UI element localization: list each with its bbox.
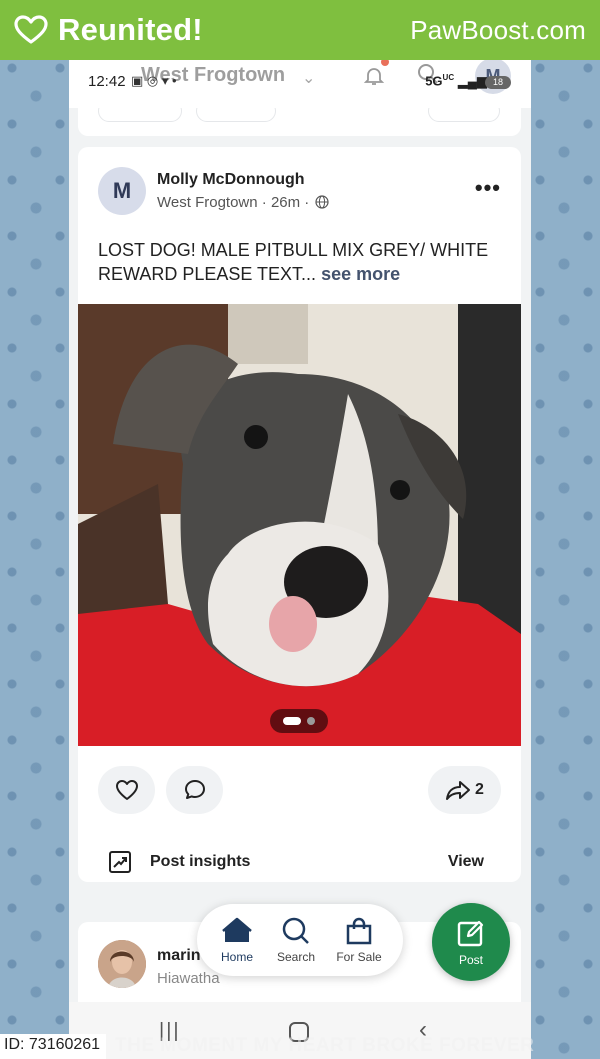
status-notification-icons: ▣ ◎ ▾ • [131,73,177,88]
next-author-name[interactable]: marin [157,947,201,965]
post-body: LOST DOG! MALE PITBULL MIX GREY/ WHITE R… [98,240,489,284]
nav-home[interactable]: Home [207,916,267,964]
view-insights-link[interactable]: View [448,853,484,871]
post-card: M Molly McDonnough West Frogtown · 26m ·… [78,147,521,882]
author-avatar[interactable]: M [98,167,146,215]
footer-caption: THE MOMENT MY HEART BROKE FOREVER [115,1035,535,1056]
bottom-navigation: Home Search For Sale [197,904,403,976]
comment-button[interactable] [166,766,223,814]
network-label: 5G [425,73,443,89]
home-icon [222,917,252,942]
create-post-label: Post [458,953,483,967]
carousel-dot-active [283,717,301,725]
nav-for-sale[interactable]: For Sale [329,916,389,964]
create-post-button[interactable]: Post [432,903,510,981]
dog-photo [78,304,521,746]
carousel-dot [307,717,315,725]
status-bar: West Frogtown ⌄ M 12:42 ▣ ◎ ▾ • 5GUC ▂▄▆… [69,60,531,108]
like-button[interactable] [98,766,155,814]
share-count: 2 [475,781,484,798]
carousel-indicator[interactable] [270,709,328,733]
bell-icon[interactable] [362,64,386,88]
neighborhood[interactable]: West Frogtown [157,194,258,211]
shopping-bag-icon [346,917,372,945]
listing-id: ID: 73160261 [0,1034,107,1059]
chevron-down-icon[interactable]: ⌄ [302,68,315,88]
next-author-avatar[interactable] [98,940,146,988]
share-arrow-icon [446,781,471,800]
edit-icon [457,920,484,947]
nav-for-sale-label: For Sale [336,950,382,964]
status-time: 12:42 [88,73,126,90]
nav-search[interactable]: Search [266,916,326,964]
nav-search-label: Search [276,950,316,964]
meta-separator: · [304,194,314,211]
heart-icon [115,780,138,800]
next-neighborhood: Hiawatha [157,970,220,987]
post-text: LOST DOG! MALE PITBULL MIX GREY/ WHITE R… [98,238,508,286]
globe-icon [315,195,330,209]
post-photo[interactable] [78,304,521,746]
share-button[interactable]: 2 [428,766,501,814]
more-options-icon[interactable]: ••• [475,175,501,201]
network-sub: UC [442,73,455,82]
reunited-banner: Reunited! PawBoost.com [0,0,600,60]
post-meta: West Frogtown · 26m · [157,194,330,211]
phone-screenshot: West Frogtown ⌄ M 12:42 ▣ ◎ ▾ • 5GUC ▂▄▆… [69,60,531,1059]
trending-up-icon [109,851,131,873]
author-name[interactable]: Molly McDonnough [157,171,305,189]
nav-home-label: Home [220,950,253,964]
meta-separator: · [261,194,271,211]
previous-post-card [78,100,521,136]
post-insights-label: Post insights [150,853,251,870]
post-insights-row[interactable]: Post insights View [98,847,508,879]
see-more-link[interactable]: see more [321,264,400,284]
time-ago: 26m [270,194,301,211]
banner-title: Reunited! [58,12,203,47]
battery-indicator: 18 [485,76,511,89]
heart-outline-icon [14,15,48,45]
comment-icon [184,780,205,799]
search-icon [282,917,309,944]
brand-name: PawBoost.com [410,14,586,45]
